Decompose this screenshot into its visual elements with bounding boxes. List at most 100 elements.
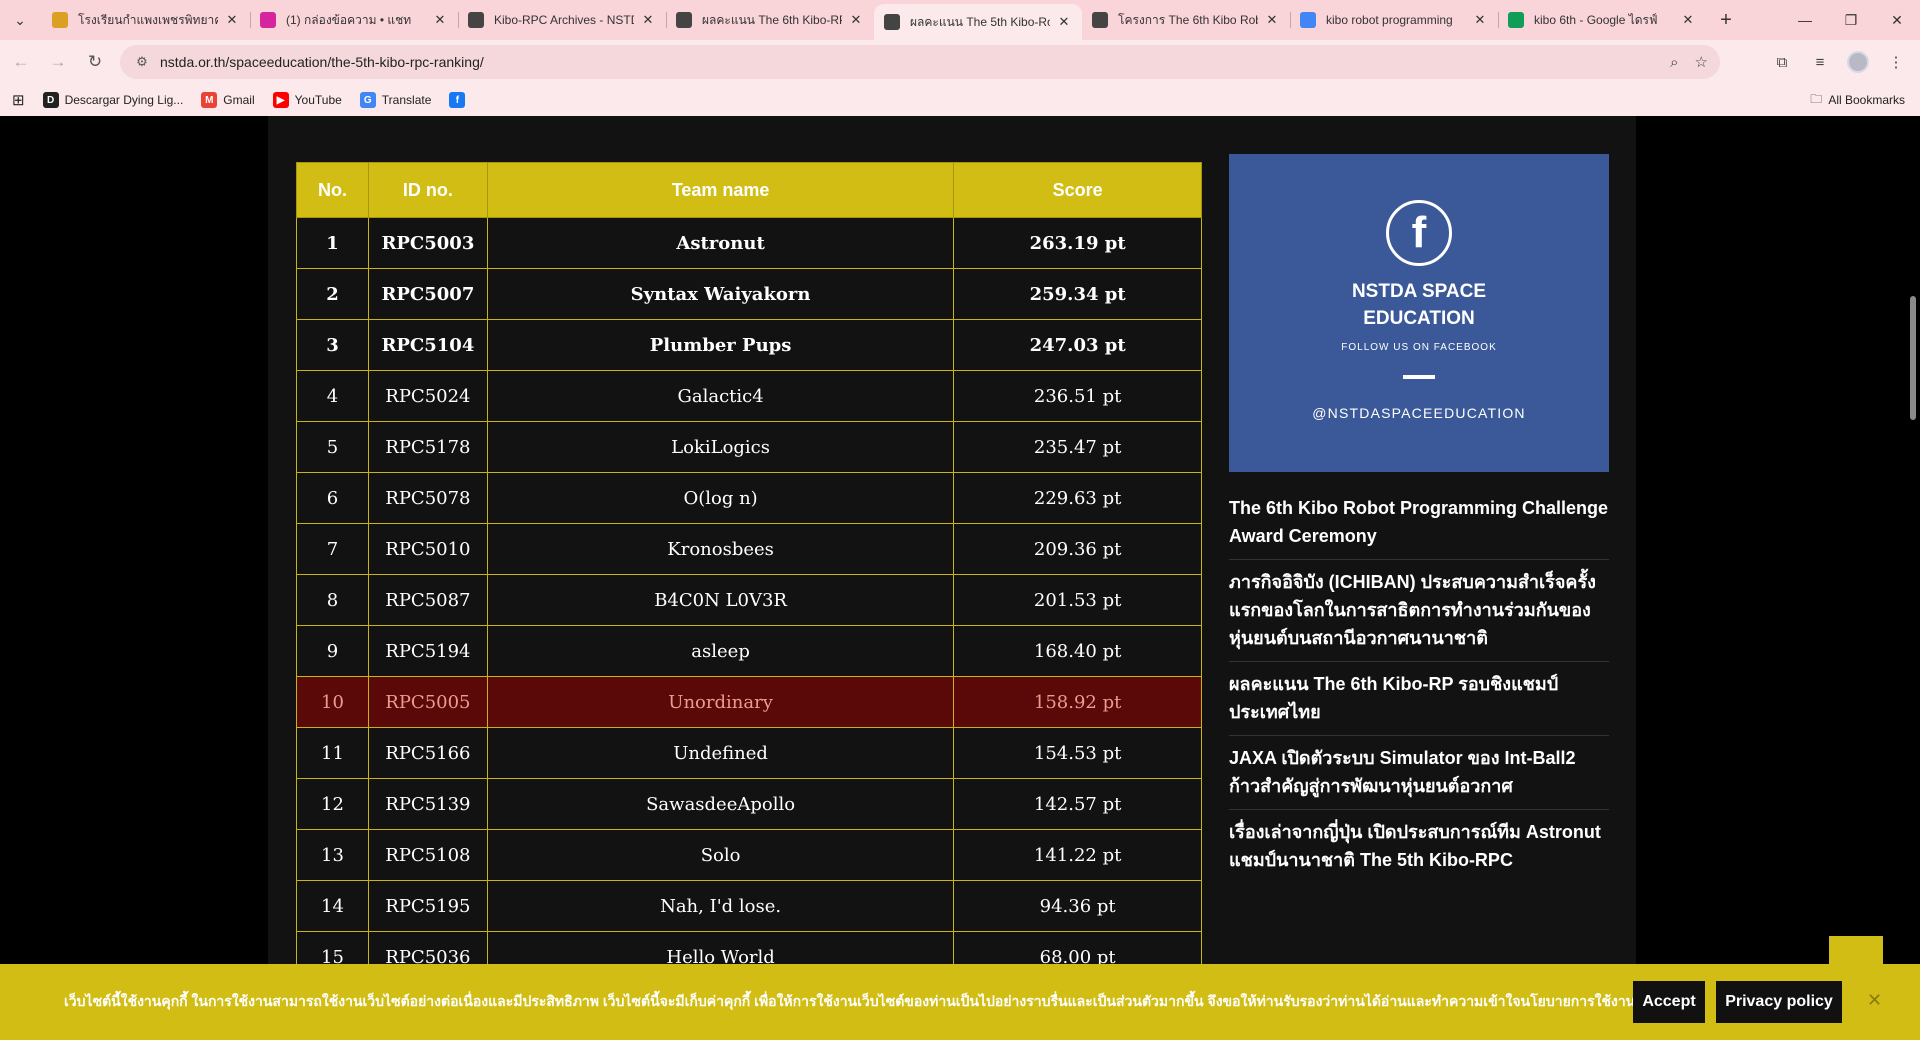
profile-button[interactable] — [1842, 46, 1874, 78]
table-row: 12 RPC5139 SawasdeeApollo 142.57 pt — [296, 778, 1202, 830]
bookmark-item[interactable]: M Gmail — [201, 92, 255, 108]
scrollbar-thumb[interactable] — [1910, 296, 1916, 420]
bookmark-item[interactable]: G Translate — [359, 92, 431, 108]
cell-id: RPC5024 — [367, 370, 488, 422]
cell-no: 12 — [296, 778, 369, 830]
tab-4[interactable]: ผลคะแนน The 5th Kibo-Ro ✕ — [874, 4, 1082, 40]
close-icon[interactable]: ✕ — [640, 12, 656, 28]
reload-button[interactable]: ↻ — [79, 46, 111, 78]
close-icon[interactable]: ✕ — [1680, 12, 1696, 28]
tab-0[interactable]: โรงเรียนกำแพงเพชรพิทยาคม ✕ — [42, 4, 250, 36]
tab-2[interactable]: Kibo-RPC Archives - NSTD ✕ — [458, 4, 666, 36]
cell-score: 168.40 pt — [953, 625, 1202, 677]
bookmark-item[interactable]: f — [449, 92, 471, 108]
all-bookmarks-button[interactable]: 🗀 All Bookmarks — [1810, 84, 1905, 116]
close-icon[interactable]: ✕ — [1056, 14, 1072, 30]
tab-7[interactable]: kibo 6th - Google ไดรฟ์ ✕ — [1498, 4, 1706, 36]
plus-icon: + — [1720, 8, 1732, 31]
news-link[interactable]: ภารกิจอิจิบัง (ICHIBAN) ประสบความสำเร็จค… — [1229, 560, 1609, 662]
address-bar[interactable]: ⚙ nstda.or.th/spaceeducation/the-5th-kib… — [120, 45, 1720, 79]
tab-1[interactable]: (1) กล่องข้อความ • แชท ✕ — [250, 4, 458, 36]
accept-button[interactable]: Accept — [1633, 981, 1705, 1023]
divider — [1403, 375, 1435, 379]
cell-team: LokiLogics — [486, 421, 955, 473]
tab-6[interactable]: kibo robot programming ✕ — [1290, 4, 1498, 36]
facebook-follow-card[interactable]: f NSTDA SPACE EDUCATION FOLLOW US ON FAC… — [1229, 154, 1609, 472]
table-header-row: No. ID no. Team name Score — [296, 162, 1202, 218]
nstda-icon — [1092, 12, 1108, 28]
chevron-down-icon: ⌄ — [14, 11, 26, 28]
cell-no: 11 — [296, 727, 369, 779]
zoom-icon[interactable]: ⌕ — [1670, 54, 1678, 71]
kebab-menu-icon: ⋮ — [1888, 54, 1904, 71]
cell-score: 247.03 pt — [953, 319, 1202, 371]
media-button[interactable]: ≡ — [1804, 46, 1836, 78]
new-tab-button[interactable]: + — [1712, 6, 1740, 34]
close-icon[interactable]: ✕ — [432, 12, 448, 28]
restore-icon: ❐ — [1844, 11, 1858, 28]
url-text[interactable]: nstda.or.th/spaceeducation/the-5th-kibo-… — [160, 54, 484, 70]
cell-id: RPC5005 — [367, 676, 488, 728]
privacy-policy-button[interactable]: Privacy policy — [1716, 981, 1842, 1023]
cell-id: RPC5195 — [367, 880, 488, 932]
header-team: Team name — [486, 162, 955, 218]
bookmark-star-icon[interactable]: ☆ — [1695, 53, 1708, 71]
all-bookmarks-label: All Bookmarks — [1828, 93, 1905, 107]
bookmarks-bar: ⊞ D Descargar Dying Lig... M Gmail ▶ YouTube G… — [0, 84, 1920, 116]
bookmark-label: YouTube — [294, 93, 342, 107]
back-button[interactable]: ← — [5, 46, 37, 78]
news-link[interactable]: JAXA เปิดตัวระบบ Simulator ของ Int-Ball2… — [1229, 736, 1609, 810]
scrollbar[interactable] — [1906, 116, 1920, 1040]
table-row: 5 RPC5178 LokiLogics 235.47 pt — [296, 421, 1202, 473]
cell-team: Galactic4 — [486, 370, 955, 422]
close-icon[interactable]: ✕ — [1264, 12, 1280, 28]
news-link[interactable]: ผลคะแนน The 6th Kibo-RP รอบชิงแชมป์ประเท… — [1229, 662, 1609, 736]
tab-5[interactable]: โครงการ The 6th Kibo Rob ✕ — [1082, 4, 1290, 36]
bookmark-item[interactable]: ▶ YouTube — [272, 92, 342, 108]
forward-button[interactable]: → — [42, 46, 74, 78]
ranking-table: No. ID no. Team name Score 1 RPC5003 Astro… — [296, 162, 1202, 983]
bookmark-label: Descargar Dying Lig... — [64, 93, 184, 107]
tab-title: (1) กล่องข้อความ • แชท — [286, 12, 412, 27]
facebook-card-title: NSTDA SPACE EDUCATION — [1351, 281, 1487, 329]
folder-icon: 🗀 — [1810, 91, 1823, 106]
tab-title: ผลคะแนน The 6th Kibo-RP — [702, 12, 842, 27]
restore-button[interactable]: ❐ — [1828, 0, 1874, 40]
close-icon[interactable]: ✕ — [1867, 990, 1882, 1011]
minimize-button[interactable]: — — [1782, 0, 1828, 40]
google-icon — [1300, 12, 1316, 28]
cell-score: 263.19 pt — [953, 217, 1202, 269]
tab-title: kibo 6th - Google ไดรฟ์ — [1534, 12, 1658, 27]
instagram-icon — [260, 12, 276, 28]
close-icon[interactable]: ✕ — [224, 12, 240, 28]
cell-id: RPC5178 — [367, 421, 488, 473]
cell-id: RPC5010 — [367, 523, 488, 575]
bookmark-item[interactable]: D Descargar Dying Lig... — [42, 92, 184, 108]
site-info-icon[interactable]: ⚙ — [130, 54, 154, 70]
cell-id: RPC5194 — [367, 625, 488, 677]
tab-search-button[interactable]: ⌄ — [6, 6, 34, 34]
arrow-left-icon: ← — [12, 52, 30, 71]
table-row: 10 RPC5005 Unordinary 158.92 pt — [296, 676, 1202, 728]
news-link[interactable]: The 6th Kibo Robot Programming Challenge… — [1229, 486, 1609, 560]
nstda-icon — [468, 12, 484, 28]
extensions-button[interactable]: ⧉ — [1766, 46, 1798, 78]
apps-button[interactable]: ⊞ — [12, 91, 25, 109]
cell-id: RPC5078 — [367, 472, 488, 524]
news-link[interactable]: เรื่องเล่าจากญี่ปุ่น เปิดประสบการณ์ทีม A… — [1229, 810, 1609, 883]
close-icon[interactable]: ✕ — [1472, 12, 1488, 28]
tab-list: โรงเรียนกำแพงเพชรพิทยาคม ✕ (1) กล่องข้อควา… — [42, 0, 1706, 40]
cell-score: 154.53 pt — [953, 727, 1202, 779]
cell-score: 209.36 pt — [953, 523, 1202, 575]
cell-score: 235.47 pt — [953, 421, 1202, 473]
cell-score: 229.63 pt — [953, 472, 1202, 524]
bookmark-list: D Descargar Dying Lig... M Gmail ▶ YouTube G Tr… — [25, 92, 472, 108]
close-window-button[interactable]: ✕ — [1874, 0, 1920, 40]
header-score: Score — [953, 162, 1202, 218]
close-icon[interactable]: ✕ — [848, 12, 864, 28]
cell-team: Syntax Waiyakorn — [486, 268, 955, 320]
tab-3[interactable]: ผลคะแนน The 6th Kibo-RP ✕ — [666, 4, 874, 36]
menu-button[interactable]: ⋮ — [1880, 46, 1912, 78]
cell-score: 94.36 pt — [953, 880, 1202, 932]
facebook-icon: f — [1386, 200, 1452, 266]
